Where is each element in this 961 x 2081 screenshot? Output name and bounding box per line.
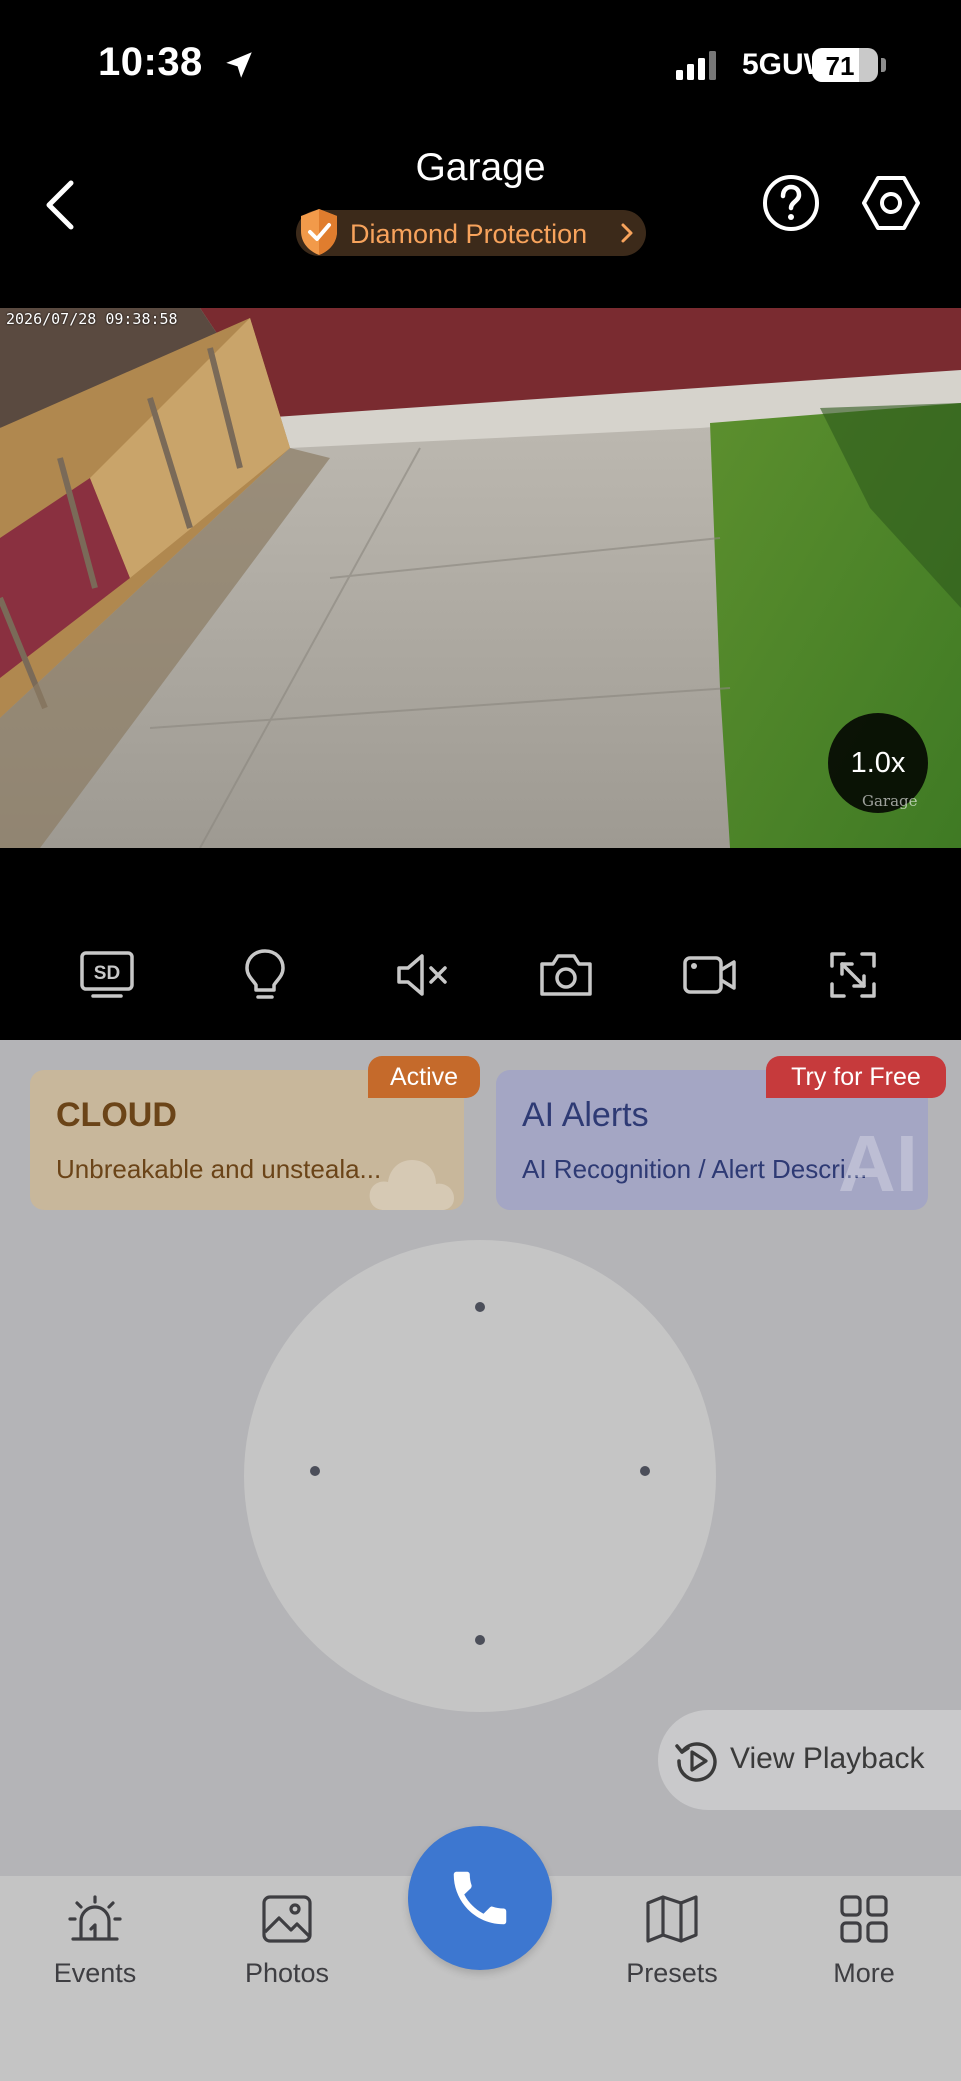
battery-level: 71 — [825, 51, 855, 81]
nav-events[interactable]: Events — [25, 1890, 165, 2000]
camera-live-view[interactable]: 2026/07/28 09:38:58 1.0x Garage — [0, 308, 961, 848]
header: Garage Diamond Protection — [0, 120, 961, 308]
nav-more[interactable]: More — [794, 1890, 934, 2000]
battery-indicator: 71 — [812, 48, 878, 82]
diamond-protection-button[interactable]: Diamond Protection — [296, 209, 646, 256]
camera-name-overlay: Garage — [862, 792, 918, 810]
view-playback-label: View Playback — [730, 1742, 925, 1775]
nav-photos-label: Photos — [244, 1958, 330, 1988]
zoom-level: 1.0x — [850, 746, 906, 779]
ptz-direction-pad[interactable] — [244, 1240, 716, 1712]
video-record-icon — [683, 956, 736, 994]
ptz-up-dot[interactable] — [475, 1302, 485, 1312]
phone-icon — [453, 1871, 507, 1925]
cloud-active-badge: Active — [368, 1056, 480, 1098]
svg-text:SD: SD — [94, 963, 120, 984]
status-bar: 10:38 5GUW 71 — [0, 0, 961, 120]
alarm-siren-icon — [68, 1895, 122, 1941]
view-playback-button[interactable]: View Playback — [658, 1710, 961, 1810]
question-circle-icon — [763, 175, 819, 231]
sd-quality-button[interactable]: SD — [77, 945, 137, 1005]
speaker-mute-icon — [397, 954, 447, 996]
ai-alerts-subtitle: AI Recognition / Alert Descri... — [522, 1154, 868, 1184]
nav-presets-label: Presets — [626, 1958, 718, 1988]
cloud-subtitle: Unbreakable and unsteala... — [56, 1154, 382, 1184]
location-arrow-icon — [226, 52, 252, 78]
camera-scene-image — [0, 308, 961, 848]
ai-watermark: AI — [838, 1119, 918, 1208]
photo-image-icon — [262, 1895, 312, 1943]
cloud-watermark-icon — [369, 1160, 454, 1210]
nav-presets[interactable]: Presets — [602, 1890, 742, 2000]
snapshot-button[interactable] — [536, 945, 596, 1005]
protection-label: Diamond Protection — [350, 219, 588, 249]
ptz-right-dot[interactable] — [640, 1466, 650, 1476]
fullscreen-button[interactable] — [823, 945, 883, 1005]
sd-quality-icon: SD — [80, 951, 134, 998]
nav-events-label: Events — [53, 1958, 137, 1988]
light-button[interactable] — [235, 945, 295, 1005]
ai-alerts-title: AI Alerts — [522, 1096, 649, 1134]
camera-timestamp: 2026/07/28 09:38:58 — [6, 310, 178, 328]
chevron-right-icon — [621, 223, 633, 243]
record-button[interactable] — [680, 945, 740, 1005]
try-for-free-badge: Try for Free — [766, 1056, 946, 1098]
camera-snapshot-icon — [540, 954, 592, 996]
grid-more-icon — [840, 1895, 888, 1943]
call-button[interactable] — [408, 1826, 552, 1970]
settings-hexagon-icon — [862, 176, 920, 230]
light-bulb-icon — [245, 949, 285, 999]
status-time: 10:38 — [98, 40, 203, 84]
settings-button[interactable] — [860, 172, 922, 234]
ptz-left-dot[interactable] — [310, 1466, 320, 1476]
nav-photos[interactable]: Photos — [217, 1890, 357, 2000]
cloud-title: CLOUD — [56, 1096, 177, 1134]
cellular-signal-icon — [676, 51, 716, 80]
playback-history-icon — [675, 1742, 717, 1782]
map-presets-icon — [646, 1895, 698, 1943]
battery-nub — [881, 58, 886, 72]
ptz-down-dot[interactable] — [475, 1635, 485, 1645]
nav-more-label: More — [833, 1958, 895, 1988]
mute-button[interactable] — [393, 945, 453, 1005]
fullscreen-expand-icon — [830, 952, 876, 998]
help-button[interactable] — [762, 174, 820, 232]
shield-check-icon — [301, 209, 337, 255]
toolbar-area — [0, 848, 961, 1040]
